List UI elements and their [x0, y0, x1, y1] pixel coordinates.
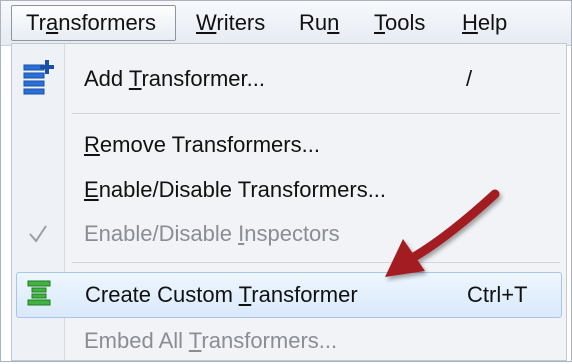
app-window: Transformers Writers Run Tools Help Add … [0, 0, 572, 362]
annotation-arrow [385, 189, 500, 277]
